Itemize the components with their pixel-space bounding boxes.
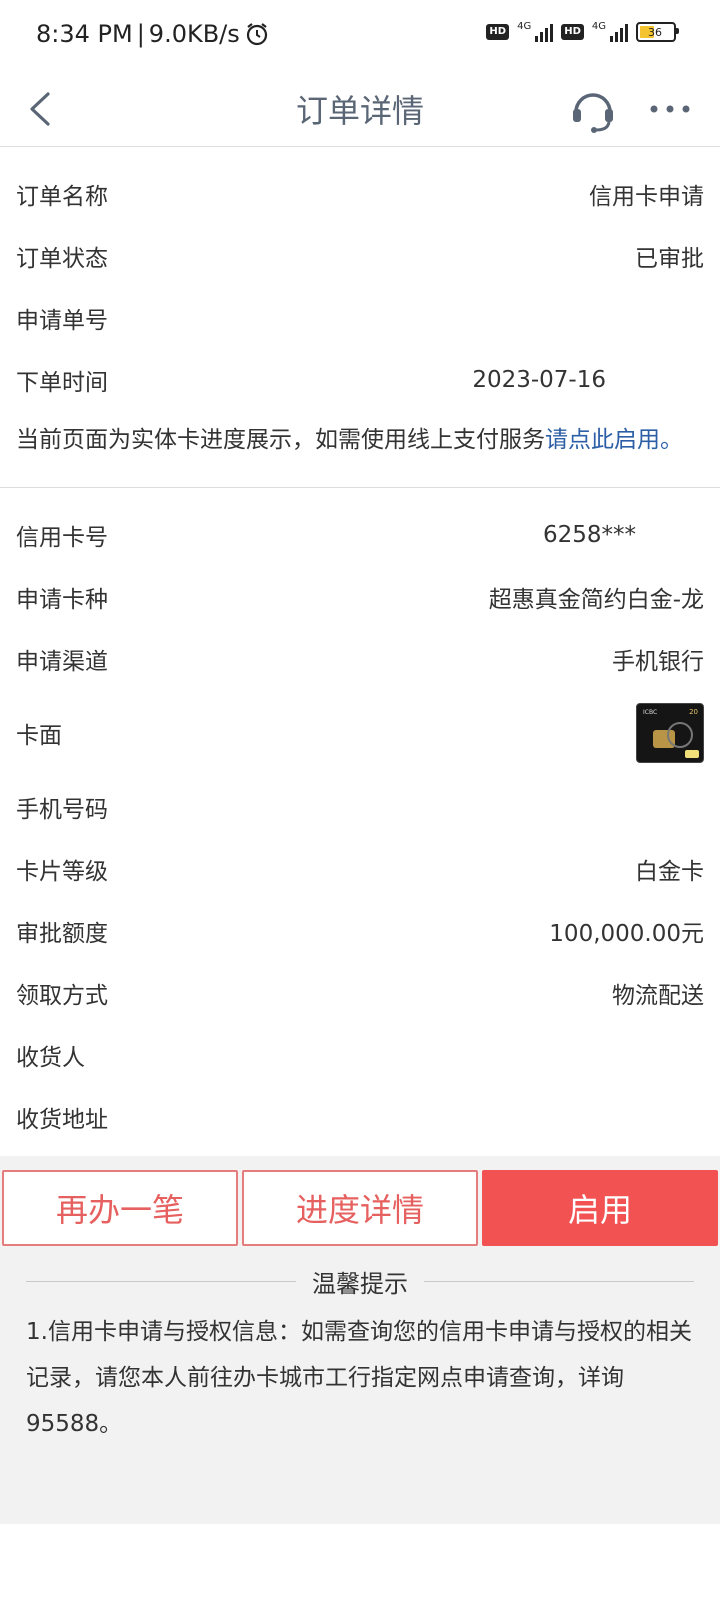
more-icon[interactable] [648,94,692,124]
apply-again-button[interactable]: 再办一笔 [2,1170,238,1246]
status-separator: | [136,20,145,48]
order-info-section: 订单名称 信用卡申请 订单状态 已审批 申请单号 下单时间 2023-07-16… [0,163,720,487]
row-label: 下单时间 [16,370,108,396]
application-number-row: 申请单号 [16,287,704,349]
signal-icon [610,22,628,42]
divider [424,1281,694,1282]
phone-row: 手机号码 [16,776,704,838]
row-value: 物流配送 [612,983,704,1009]
row-label: 领取方式 [16,983,108,1009]
row-label: 申请渠道 [16,649,108,675]
alarm-icon [246,23,267,46]
enable-button[interactable]: 启用 [482,1170,718,1246]
battery-icon: 36 [636,22,679,42]
row-value: 手机银行 [612,649,704,675]
network-type: 4G [591,20,606,32]
row-label: 卡面 [16,723,62,749]
hd-icon: HD [486,24,510,40]
row-label: 收货地址 [16,1107,108,1133]
order-name-row: 订单名称 信用卡申请 [16,163,704,225]
tips-section: 温馨提示 1.信用卡申请与授权信息：如需查询您的信用卡申请与授权的相关记录，请您… [0,1234,720,1524]
row-label: 手机号码 [16,797,108,823]
notice-text: 当前页面为实体卡进度展示，如需使用线上支付服务请点此启用。 [16,427,683,453]
row-label: 信用卡号 [16,525,108,551]
nav-bar: 订单详情 [0,72,720,147]
signal-icon [535,22,554,42]
customer-service-icon[interactable] [568,84,618,134]
tips-title: 温馨提示 [312,1270,408,1298]
row-label: 订单状态 [16,246,108,272]
enable-online-link[interactable]: 请点此启用 [545,427,660,453]
row-value: 超惠真金简约白金-龙 [488,587,704,613]
action-bar: 再办一笔 进度详情 启用 [0,1156,720,1246]
address-row: 收货地址 [16,1086,704,1148]
card-level-row: 卡片等级 白金卡 [16,838,704,900]
hd-icon: HD [561,24,584,40]
row-label: 订单名称 [16,184,108,210]
row-label: 收货人 [16,1045,85,1071]
status-bar: 8:34 PM | 9.0KB/s HD 4G HD 4G 36 [0,0,720,72]
network-type: 4G [517,20,532,32]
tips-body: 1.信用卡申请与授权信息：如需查询您的信用卡申请与授权的相关记录，请您本人前往办… [26,1319,692,1437]
row-value: 已审批 [635,246,704,272]
row-label: 申请单号 [16,308,108,334]
delivery-method-row: 领取方式 物流配送 [16,962,704,1024]
credit-limit-row: 审批额度 100,000.00元 [16,900,704,962]
card-info-section: 信用卡号 6258*** 申请卡种 超惠真金简约白金-龙 申请渠道 手机银行 卡… [0,504,720,1148]
row-value: 6258*** [542,522,636,548]
order-status-row: 订单状态 已审批 [16,225,704,287]
row-label: 审批额度 [16,921,108,947]
status-time: 8:34 PM [36,20,133,48]
row-value: 2023-07-16 [472,367,606,393]
channel-row: 申请渠道 手机银行 [16,628,704,690]
battery-level: 36 [648,25,662,39]
divider [26,1281,296,1282]
progress-details-button[interactable]: 进度详情 [242,1170,478,1246]
receiver-row: 收货人 [16,1024,704,1086]
row-value: 100,000.00元 [549,921,704,947]
card-number-row: 信用卡号 6258*** [16,504,704,566]
card-type-row: 申请卡种 超惠真金简约白金-龙 [16,566,704,628]
row-value: 白金卡 [635,859,704,885]
row-label: 申请卡种 [16,587,108,613]
order-time-row: 下单时间 2023-07-16 [16,349,704,411]
divider [0,487,720,488]
row-value: 信用卡申请 [589,184,704,210]
card-face-row: 卡面 ICBC 20 [16,690,704,776]
row-label: 卡片等级 [16,859,108,885]
network-speed: 9.0KB/s [148,20,240,48]
card-face-image: ICBC 20 [636,703,704,763]
